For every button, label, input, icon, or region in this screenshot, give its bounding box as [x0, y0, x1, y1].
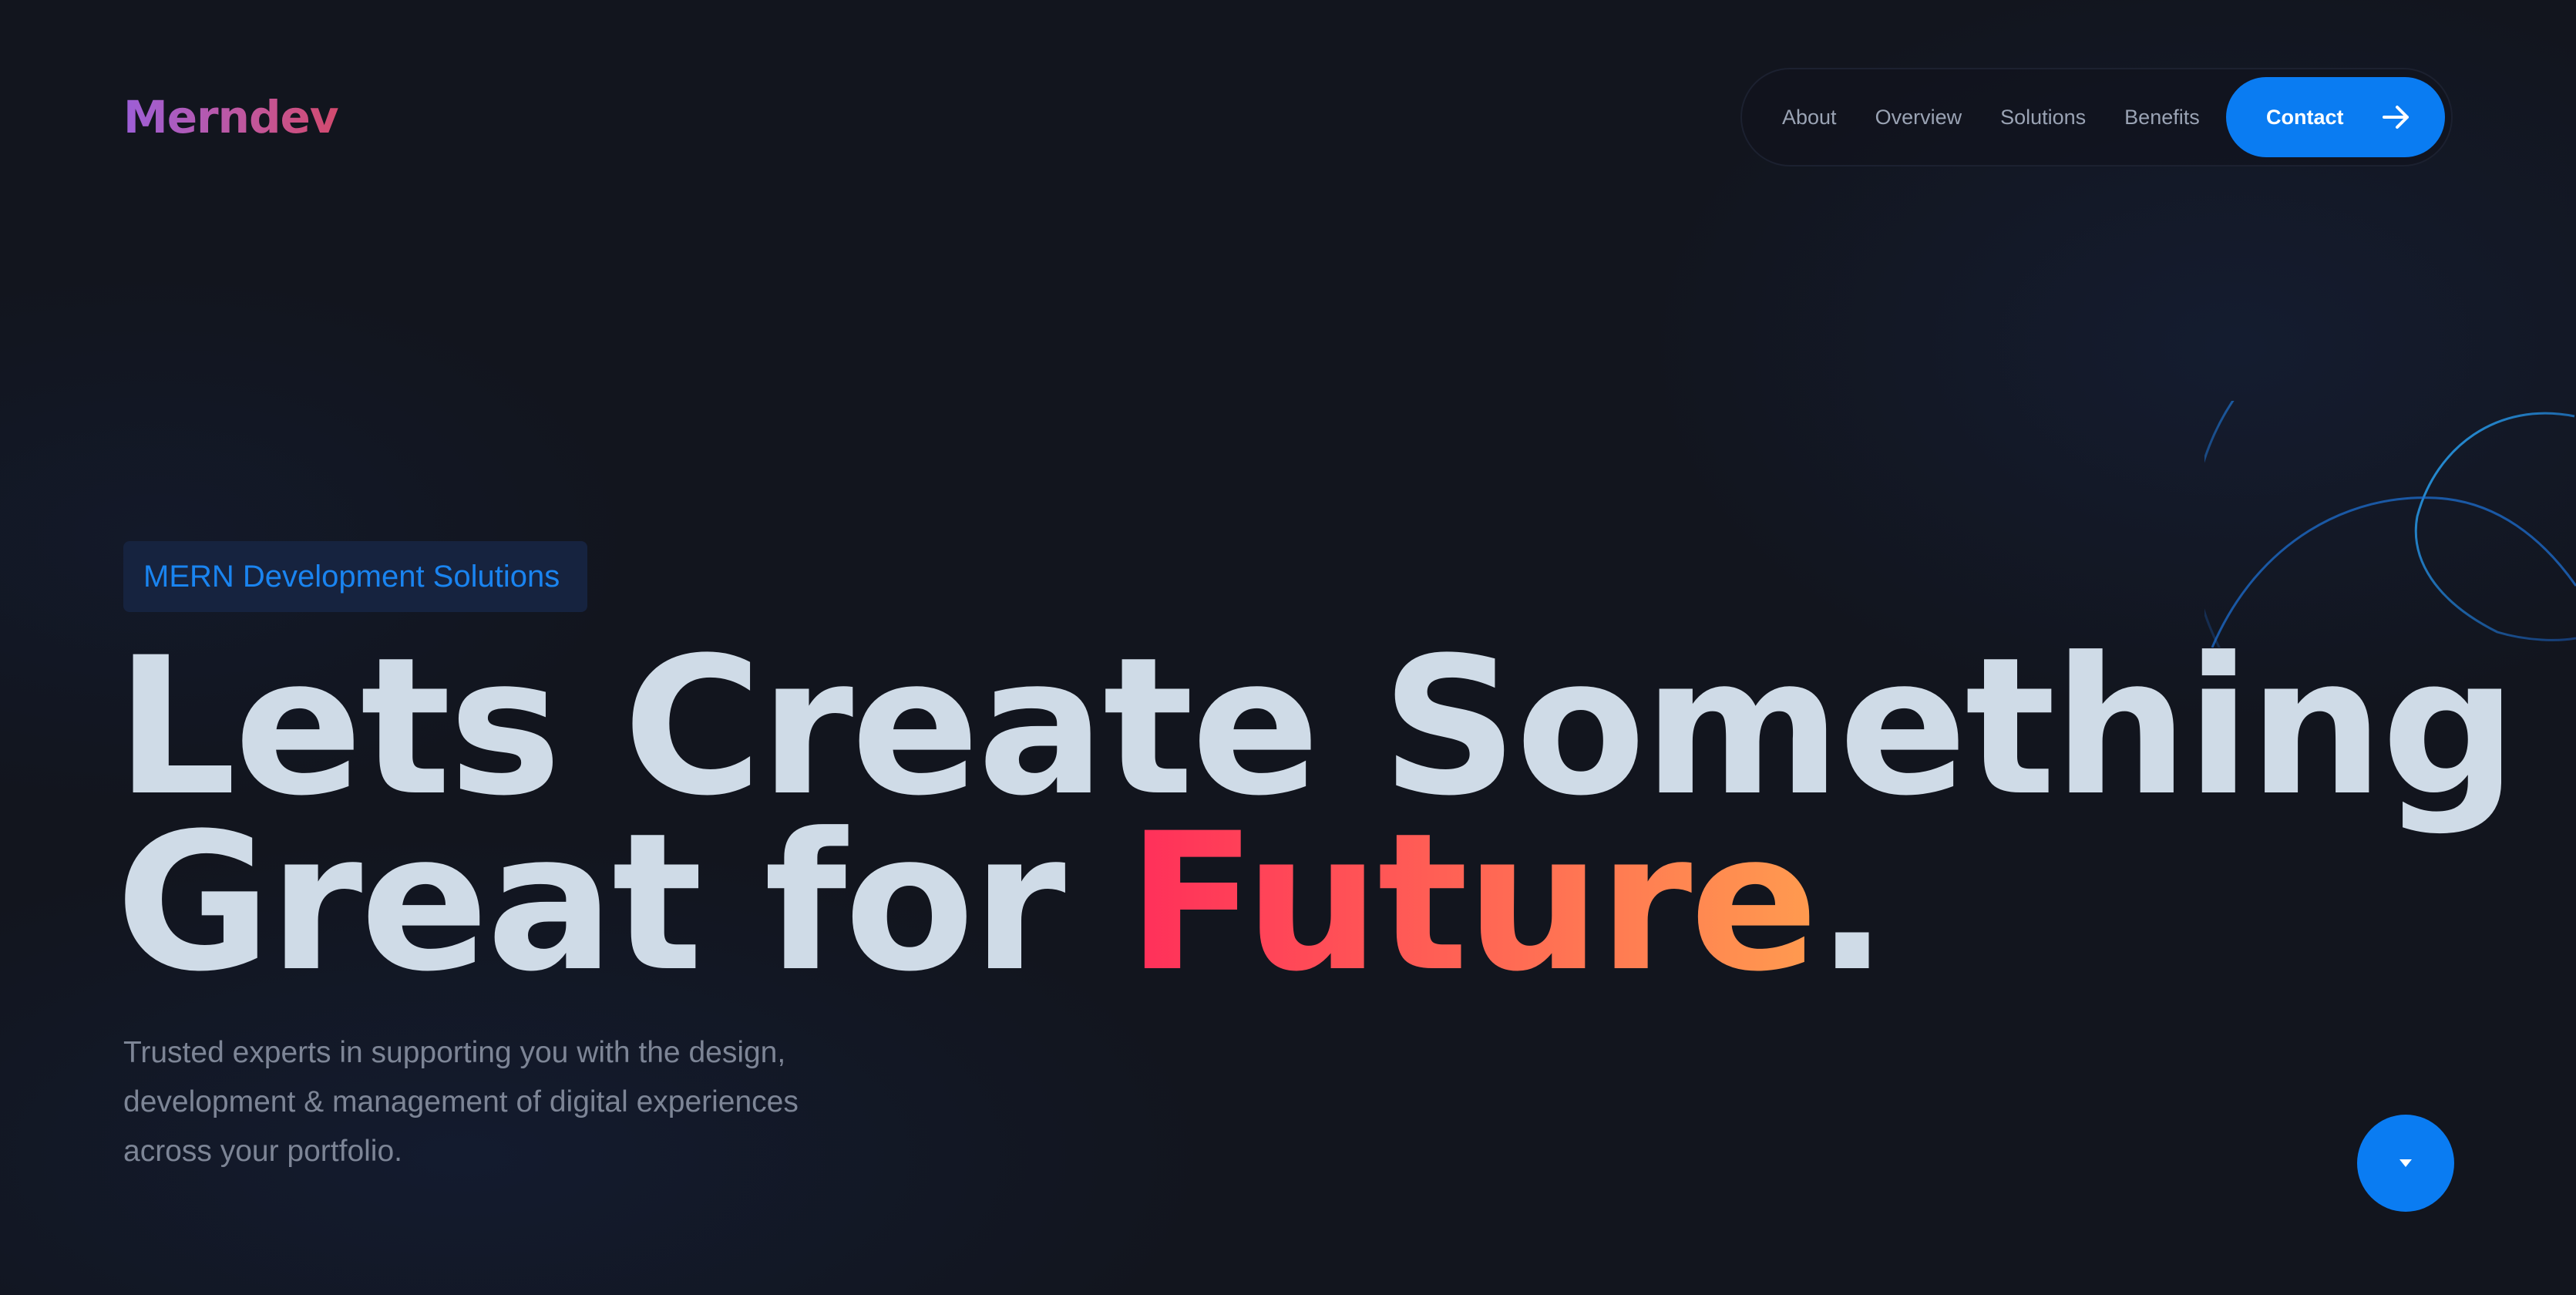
decorative-arcs [2204, 401, 2576, 648]
contact-button[interactable]: Contact [2226, 77, 2445, 157]
scroll-down-button[interactable] [2357, 1115, 2454, 1212]
nav-item-about[interactable]: About [1782, 106, 1837, 130]
headline-period: . [1816, 793, 1888, 1014]
headline-accent-word: Future [1127, 793, 1818, 1014]
hero-headline: Lets Create Something Great for Future. [116, 633, 2517, 998]
arrow-right-icon [2383, 106, 2409, 129]
hero-page: Merndev About Overview Solutions Benefit… [0, 0, 2576, 1295]
nav-item-overview[interactable]: Overview [1875, 106, 1962, 130]
hero-badge: MERN Development Solutions [123, 541, 587, 612]
hero-subtext: Trusted experts in supporting you with t… [123, 1036, 799, 1168]
nav-item-benefits[interactable]: Benefits [2124, 106, 2200, 130]
brand-logo[interactable]: Merndev [123, 91, 339, 143]
nav-item-solutions[interactable]: Solutions [2000, 106, 2086, 130]
headline-line-2-prefix: Great for [116, 793, 1128, 1014]
caret-down-icon [2399, 1159, 2412, 1167]
contact-button-label: Contact [2266, 105, 2344, 129]
